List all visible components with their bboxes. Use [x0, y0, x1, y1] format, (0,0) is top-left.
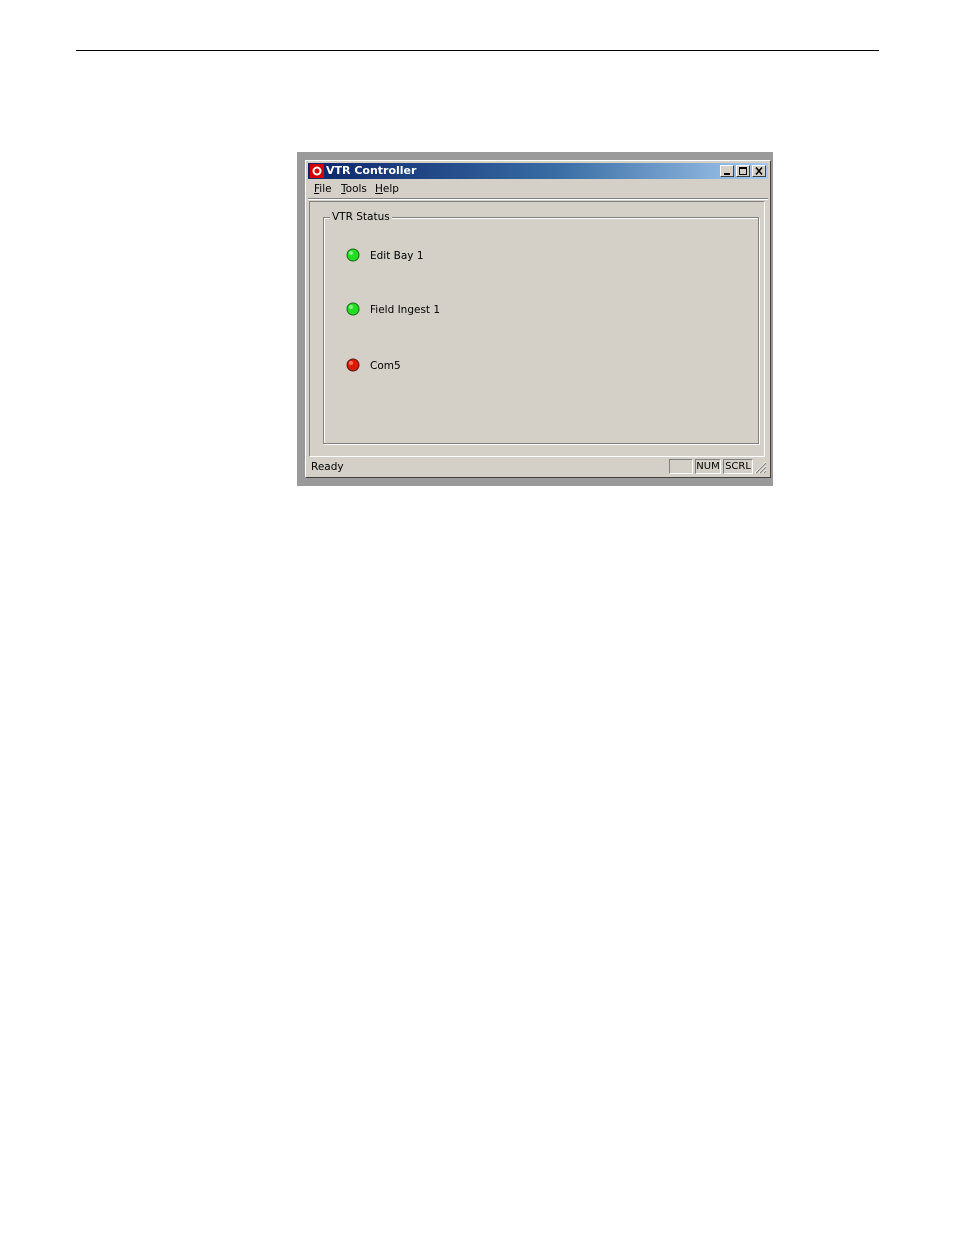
- status-led-icon: [346, 302, 360, 316]
- status-bar: Ready NUM SCRL: [309, 459, 767, 475]
- menu-bar: File Tools Help: [308, 181, 768, 198]
- vtr-name: Com5: [370, 360, 401, 372]
- resize-grip-icon[interactable]: [754, 461, 767, 474]
- page-header-rule: [76, 50, 879, 51]
- vtr-name: Edit Bay 1: [370, 250, 424, 262]
- status-text: Ready: [311, 461, 344, 473]
- vtr-status-group-label: VTR Status: [330, 210, 392, 224]
- menu-help-hotkey: H: [375, 183, 383, 195]
- vtr-controller-window: VTR Controller File Tools Help VTR Statu…: [305, 160, 771, 478]
- app-icon: [310, 164, 324, 178]
- menu-tools-label: ools: [345, 183, 367, 195]
- close-icon: [755, 166, 763, 176]
- menu-tools[interactable]: Tools: [341, 182, 367, 197]
- status-led-icon: [346, 358, 360, 372]
- scroll-lock-indicator: SCRL: [723, 459, 753, 474]
- menu-file[interactable]: File: [314, 182, 332, 197]
- menu-help[interactable]: Help: [375, 182, 399, 197]
- num-lock-indicator: NUM: [695, 459, 721, 474]
- maximize-icon: [739, 167, 747, 175]
- close-button[interactable]: [752, 165, 766, 177]
- client-area: VTR Status Edit Bay 1 Field Ingest 1 Com…: [309, 201, 765, 457]
- title-bar[interactable]: VTR Controller: [308, 163, 768, 179]
- menu-divider: [308, 198, 768, 200]
- menu-help-label: elp: [382, 183, 399, 195]
- screenshot-frame: VTR Controller File Tools Help VTR Statu…: [297, 152, 773, 486]
- caps-indicator: [669, 459, 693, 474]
- minimize-button[interactable]: [720, 165, 734, 177]
- status-led-icon: [346, 248, 360, 262]
- minimize-icon: [724, 173, 730, 175]
- window-title: VTR Controller: [326, 164, 417, 177]
- maximize-button[interactable]: [736, 165, 750, 177]
- menu-file-label: ile: [319, 183, 332, 195]
- vtr-name: Field Ingest 1: [370, 304, 441, 316]
